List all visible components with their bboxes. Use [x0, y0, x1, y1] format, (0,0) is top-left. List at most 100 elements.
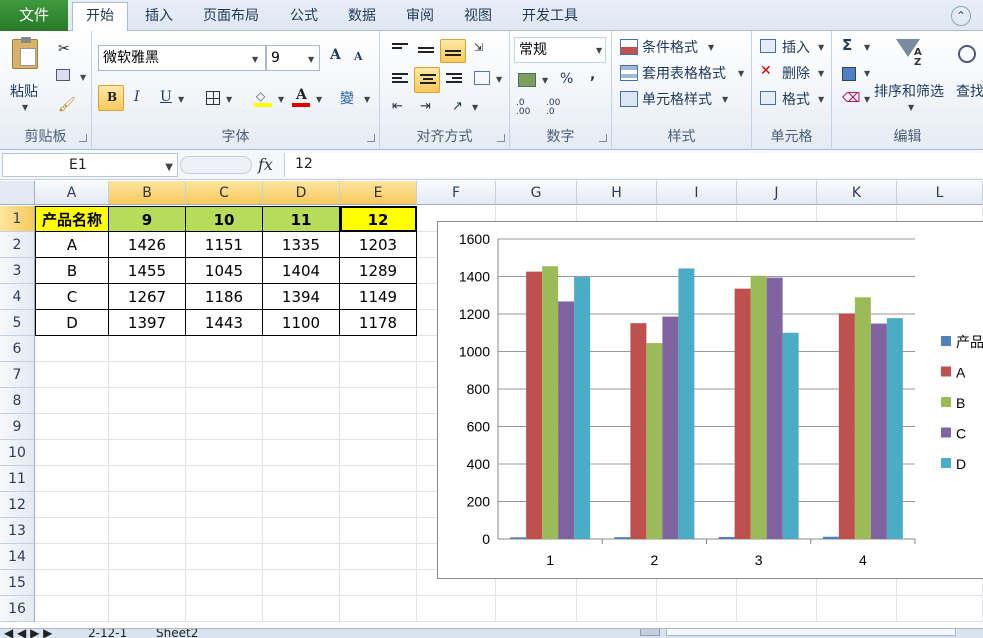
- font-size-dropdown-icon[interactable]: ▼: [308, 55, 314, 64]
- insert-cells-button[interactable]: 插入: [782, 37, 810, 57]
- row-header-15[interactable]: 15: [0, 570, 35, 596]
- row-header-8[interactable]: 8: [0, 388, 35, 414]
- cell-C2[interactable]: 1151: [186, 232, 263, 258]
- italic-button[interactable]: I: [134, 89, 140, 105]
- column-header-a[interactable]: A: [35, 181, 109, 205]
- cell-A9[interactable]: [35, 414, 109, 440]
- sheet-nav-icon[interactable]: ◀ ◀ ▶ ▶: [4, 629, 52, 638]
- underline-button[interactable]: U: [160, 89, 172, 105]
- autosum-dropdown-icon[interactable]: ▼: [864, 43, 870, 52]
- cell-B1[interactable]: 9: [109, 206, 186, 232]
- cell-E4[interactable]: 1149: [340, 284, 417, 310]
- grow-font-button[interactable]: A: [330, 47, 341, 63]
- tab-developer[interactable]: 开发工具: [510, 3, 590, 31]
- row-header-1[interactable]: 1: [0, 206, 35, 232]
- cell-A16[interactable]: [35, 596, 109, 622]
- cell-E7[interactable]: [340, 362, 417, 388]
- tab-insert[interactable]: 插入: [132, 3, 186, 31]
- column-header-f[interactable]: F: [417, 181, 496, 205]
- cell-C9[interactable]: [186, 414, 263, 440]
- tab-file[interactable]: 文件: [0, 0, 68, 31]
- format-dropdown-icon[interactable]: ▼: [818, 95, 824, 104]
- cell-B9[interactable]: [109, 414, 186, 440]
- cell-C7[interactable]: [186, 362, 263, 388]
- sheet-tab-1[interactable]: 2-12-1: [88, 629, 127, 638]
- column-header-h[interactable]: H: [577, 181, 657, 205]
- cell-C5[interactable]: 1443: [186, 310, 263, 336]
- cell-B11[interactable]: [109, 466, 186, 492]
- copy-dropdown-icon[interactable]: ▼: [80, 73, 86, 82]
- merge-dropdown-icon[interactable]: ▼: [496, 75, 502, 84]
- align-bottom-button[interactable]: [440, 39, 466, 63]
- cell-A5[interactable]: D: [35, 310, 109, 336]
- horizontal-scroll-left-icon[interactable]: [640, 629, 660, 636]
- cell-C16[interactable]: [186, 596, 263, 622]
- cell-A2[interactable]: A: [35, 232, 109, 258]
- cell-D8[interactable]: [263, 388, 340, 414]
- align-right-icon[interactable]: [446, 73, 462, 85]
- column-header-l[interactable]: L: [897, 181, 983, 205]
- cell-E14[interactable]: [340, 544, 417, 570]
- cell-J16[interactable]: [737, 596, 817, 622]
- number-format-field[interactable]: 常规: [514, 37, 606, 63]
- cell-C15[interactable]: [186, 570, 263, 596]
- cell-E10[interactable]: [340, 440, 417, 466]
- cell-C6[interactable]: [186, 336, 263, 362]
- row-header-10[interactable]: 10: [0, 440, 35, 466]
- insert-dropdown-icon[interactable]: ▼: [818, 43, 824, 52]
- cell-D6[interactable]: [263, 336, 340, 362]
- cell-D1[interactable]: 11: [263, 206, 340, 232]
- cell-C13[interactable]: [186, 518, 263, 544]
- name-box-dropdown-icon[interactable]: ▼: [165, 157, 173, 179]
- cell-B10[interactable]: [109, 440, 186, 466]
- name-box[interactable]: E1 ▼: [2, 153, 178, 177]
- cell-G16[interactable]: [496, 596, 577, 622]
- cell-D15[interactable]: [263, 570, 340, 596]
- cell-A13[interactable]: [35, 518, 109, 544]
- row-header-5[interactable]: 5: [0, 310, 35, 336]
- tab-view[interactable]: 视图: [452, 3, 504, 31]
- cell-D7[interactable]: [263, 362, 340, 388]
- fill-color-icon[interactable]: ◇: [254, 89, 272, 107]
- format-table-button[interactable]: 套用表格格式: [642, 63, 726, 83]
- cell-A7[interactable]: [35, 362, 109, 388]
- cell-A15[interactable]: [35, 570, 109, 596]
- fill-color-dropdown-icon[interactable]: ▼: [278, 95, 284, 104]
- number-launcher-icon[interactable]: [599, 134, 607, 142]
- paste-icon[interactable]: [12, 37, 38, 69]
- format-table-dropdown-icon[interactable]: ▼: [738, 69, 744, 78]
- bold-button[interactable]: B: [98, 85, 124, 111]
- cell-A14[interactable]: [35, 544, 109, 570]
- cell-D14[interactable]: [263, 544, 340, 570]
- comma-button[interactable]: ,: [590, 67, 595, 83]
- border-icon[interactable]: [206, 91, 220, 105]
- column-header-c[interactable]: C: [186, 181, 263, 205]
- cell-C11[interactable]: [186, 466, 263, 492]
- cell-D9[interactable]: [263, 414, 340, 440]
- delete-cells-button[interactable]: 删除: [782, 63, 810, 83]
- cell-F16[interactable]: [417, 596, 496, 622]
- cell-E1[interactable]: 12: [340, 206, 417, 232]
- increase-decimal-button[interactable]: .0 .00: [516, 99, 538, 117]
- number-format-dropdown-icon[interactable]: ▼: [596, 46, 602, 55]
- wrap-text-icon[interactable]: ⇲: [474, 41, 488, 55]
- cell-K16[interactable]: [817, 596, 897, 622]
- cell-A8[interactable]: [35, 388, 109, 414]
- cell-E2[interactable]: 1203: [340, 232, 417, 258]
- alignment-launcher-icon[interactable]: [497, 134, 505, 142]
- tab-review[interactable]: 审阅: [394, 3, 446, 31]
- percent-button[interactable]: %: [560, 71, 573, 87]
- cell-A12[interactable]: [35, 492, 109, 518]
- fill-dropdown-icon[interactable]: ▼: [864, 69, 870, 78]
- cell-A10[interactable]: [35, 440, 109, 466]
- cell-A3[interactable]: B: [35, 258, 109, 284]
- cell-L16[interactable]: [897, 596, 983, 622]
- currency-dropdown-icon[interactable]: ▼: [542, 76, 548, 85]
- sheet-tab-2[interactable]: Sheet2: [156, 629, 198, 638]
- cell-styles-dropdown-icon[interactable]: ▼: [722, 95, 728, 104]
- tab-page-layout[interactable]: 页面布局: [192, 3, 270, 31]
- cell-D5[interactable]: 1100: [263, 310, 340, 336]
- font-launcher-icon[interactable]: [367, 134, 375, 142]
- row-header-6[interactable]: 6: [0, 336, 35, 362]
- cell-D10[interactable]: [263, 440, 340, 466]
